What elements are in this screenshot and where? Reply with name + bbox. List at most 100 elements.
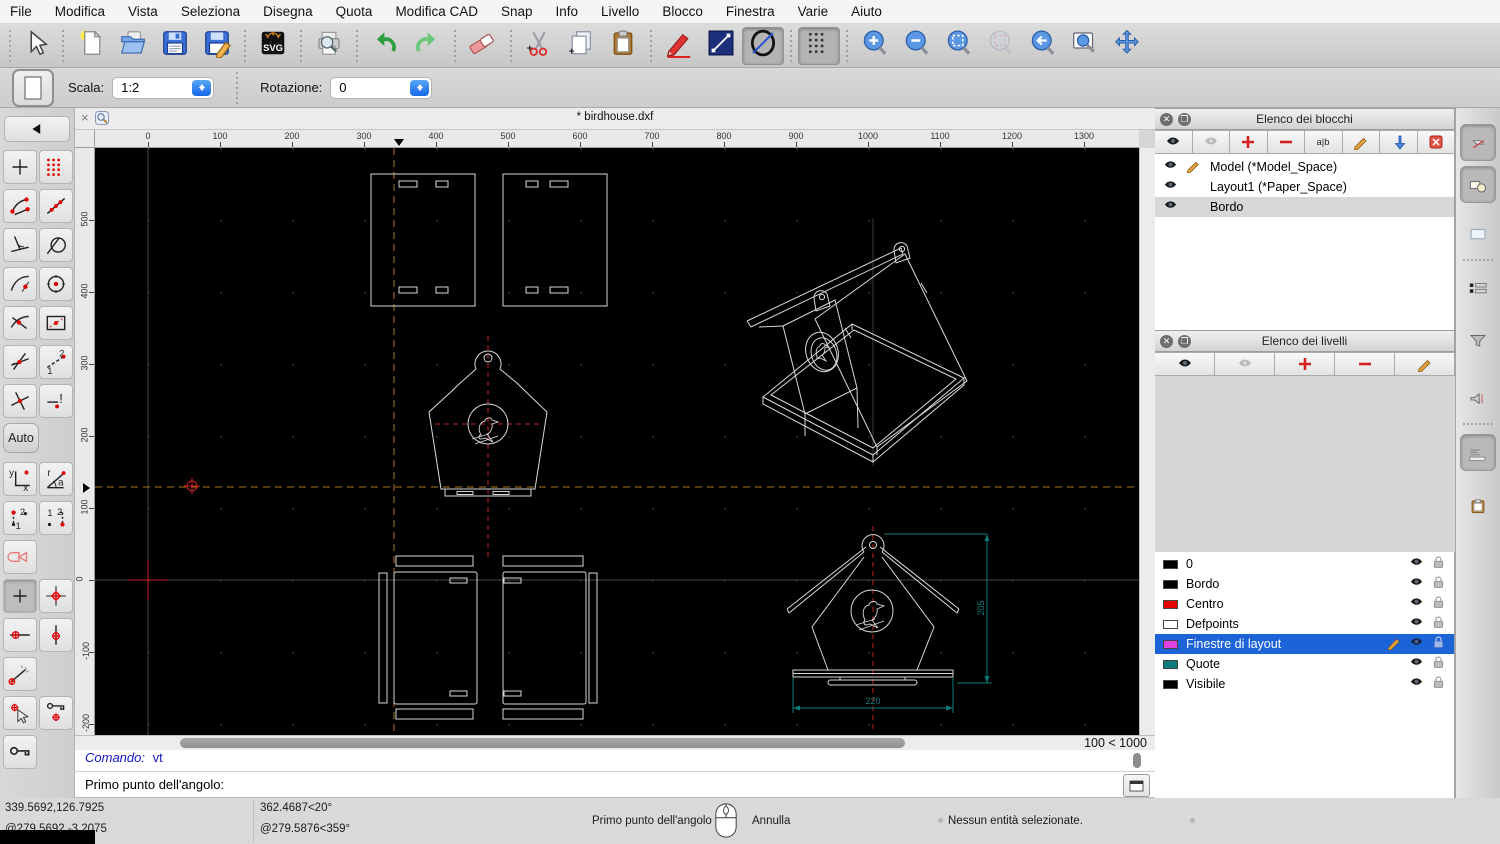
menu-modifica[interactable]: Modifica xyxy=(55,4,105,19)
block-visibility-eye-icon[interactable] xyxy=(1163,158,1178,176)
restrict-none-button[interactable] xyxy=(3,579,37,613)
command-options-button[interactable] xyxy=(1123,774,1150,797)
snap-back-button[interactable] xyxy=(4,116,70,142)
zoom-auto-button[interactable] xyxy=(938,27,980,65)
scale-stepper[interactable] xyxy=(192,79,212,96)
menu-disegna[interactable]: Disegna xyxy=(263,4,313,19)
layer-color-swatch[interactable] xyxy=(1163,619,1178,629)
set-relative-zero-button[interactable] xyxy=(3,696,37,730)
layer-visibility-eye-icon[interactable] xyxy=(1409,655,1424,673)
snap-reference-button[interactable] xyxy=(39,306,73,340)
command-line-panel-toggle[interactable] xyxy=(1460,434,1496,471)
pan-button[interactable] xyxy=(1106,27,1148,65)
block-row[interactable]: Layout1 (*Paper_Space) xyxy=(1155,177,1454,197)
save-file-button[interactable] xyxy=(154,27,196,65)
command-history-scrollbar[interactable] xyxy=(1133,753,1141,768)
snap-intersection-button[interactable] xyxy=(3,345,37,379)
layer-lock-icon[interactable] xyxy=(1431,575,1446,593)
layer-row[interactable]: Defpoints xyxy=(1155,614,1454,634)
menu-aiuto[interactable]: Aiuto xyxy=(851,4,882,19)
menu-modifica-cad[interactable]: Modifica CAD xyxy=(395,4,478,19)
eraser-button[interactable] xyxy=(462,27,504,65)
snap-relative-1-button[interactable]: 12 xyxy=(3,501,37,535)
selection-filter-panel-toggle[interactable] xyxy=(1460,320,1496,357)
viewport-button[interactable] xyxy=(12,68,54,107)
select-arrow-button[interactable] xyxy=(14,27,56,65)
layer-visibility-eye-icon[interactable] xyxy=(1409,635,1424,653)
horizontal-scrollbar-handle[interactable] xyxy=(180,738,905,748)
snap-relative-2-button[interactable]: 12 xyxy=(39,501,73,535)
blocks-panel-close-icon[interactable]: ✕ xyxy=(1160,112,1173,126)
layer-color-swatch[interactable] xyxy=(1163,579,1178,589)
new-file-button[interactable] xyxy=(70,27,112,65)
menu-blocco[interactable]: Blocco xyxy=(662,4,703,19)
menu-quota[interactable]: Quota xyxy=(336,4,373,19)
cut-button[interactable] xyxy=(518,27,560,65)
save-as-file-button[interactable] xyxy=(196,27,238,65)
blocks-add-button[interactable] xyxy=(1230,130,1268,154)
menu-vista[interactable]: Vista xyxy=(128,4,158,19)
layer-visibility-eye-icon[interactable] xyxy=(1409,555,1424,573)
layers-remove-button[interactable] xyxy=(1335,352,1395,376)
layer-color-swatch[interactable] xyxy=(1163,659,1178,669)
menu-finestra[interactable]: Finestra xyxy=(726,4,775,19)
layer-visibility-eye-icon[interactable] xyxy=(1409,615,1424,633)
property-panel-toggle[interactable] xyxy=(1460,268,1496,305)
snap-center-button[interactable] xyxy=(39,267,73,301)
layer-row[interactable]: Visibile xyxy=(1155,674,1454,694)
horizontal-scrollbar[interactable]: 100 < 1000 xyxy=(75,735,1155,750)
snap-endpoints-button[interactable] xyxy=(3,189,37,223)
snap-polar-button[interactable]: ra xyxy=(39,462,73,496)
menu-livello[interactable]: Livello xyxy=(601,4,639,19)
layer-visibility-eye-icon[interactable] xyxy=(1409,595,1424,613)
blocks-edit-button[interactable] xyxy=(1342,130,1380,154)
layer-color-swatch[interactable] xyxy=(1163,559,1178,569)
blocks-panel-detach-icon[interactable]: ❐ xyxy=(1178,112,1191,126)
layer-row[interactable]: Bordo xyxy=(1155,574,1454,594)
layer-row[interactable]: 0 xyxy=(1155,554,1454,574)
layer-row[interactable]: Centro xyxy=(1155,594,1454,614)
snap-tangential-button[interactable] xyxy=(39,228,73,262)
snap-intersection-auto-button[interactable] xyxy=(3,306,37,340)
layer-lock-icon[interactable] xyxy=(1431,635,1446,653)
snap-manual-button[interactable]: ! xyxy=(39,384,73,418)
layer-lock-icon[interactable] xyxy=(1431,555,1446,573)
redo-button[interactable] xyxy=(406,27,448,65)
layer-lock-icon[interactable] xyxy=(1431,615,1446,633)
lock-relative-zero-button[interactable] xyxy=(39,696,73,730)
layers-add-button[interactable] xyxy=(1275,352,1335,376)
snap-free-button[interactable] xyxy=(3,150,37,184)
snap-middle-button[interactable] xyxy=(3,267,37,301)
menu-varie[interactable]: Varie xyxy=(798,4,829,19)
pen-edit-button[interactable] xyxy=(658,27,700,65)
line-tool-button[interactable] xyxy=(700,27,742,65)
layer-color-swatch[interactable] xyxy=(1163,679,1178,689)
zoom-window-button[interactable] xyxy=(1064,27,1106,65)
blocks-delete-button[interactable] xyxy=(1417,130,1455,154)
rotation-stepper[interactable] xyxy=(410,79,430,96)
layer-color-swatch[interactable] xyxy=(1163,639,1178,649)
snap-cross-button[interactable] xyxy=(3,384,37,418)
blocks-rename-button[interactable]: a|b xyxy=(1305,130,1343,154)
snap-on-entity-button[interactable] xyxy=(39,189,73,223)
blocks-insert-button[interactable] xyxy=(1380,130,1418,154)
vertical-scrollbar[interactable] xyxy=(1139,148,1155,735)
layer-lock-icon[interactable] xyxy=(1431,595,1446,613)
layer-row[interactable]: Finestre di layout xyxy=(1155,634,1454,654)
zoom-out-button[interactable] xyxy=(896,27,938,65)
command-input[interactable]: Primo punto dell'angolo: xyxy=(75,772,1155,798)
layers-panel-detach-icon[interactable]: ❐ xyxy=(1178,334,1191,348)
layer-color-swatch[interactable] xyxy=(1163,599,1178,609)
blocks-eye-off-button[interactable] xyxy=(1192,130,1230,154)
library-panel-toggle[interactable] xyxy=(1460,378,1496,415)
menu-snap[interactable]: Snap xyxy=(501,4,533,19)
restrict-horizontal-button[interactable] xyxy=(3,618,37,652)
zoom-in-button[interactable] xyxy=(854,27,896,65)
menu-seleziona[interactable]: Seleziona xyxy=(181,4,240,19)
blocks-remove-button[interactable] xyxy=(1267,130,1305,154)
svg-export-button[interactable]: SVG xyxy=(252,27,294,65)
layer-visibility-eye-icon[interactable] xyxy=(1409,575,1424,593)
layer-visibility-eye-icon[interactable] xyxy=(1409,675,1424,693)
snap-xy-button[interactable]: yx xyxy=(3,462,37,496)
restrict-orthogonal-button[interactable] xyxy=(39,579,73,613)
